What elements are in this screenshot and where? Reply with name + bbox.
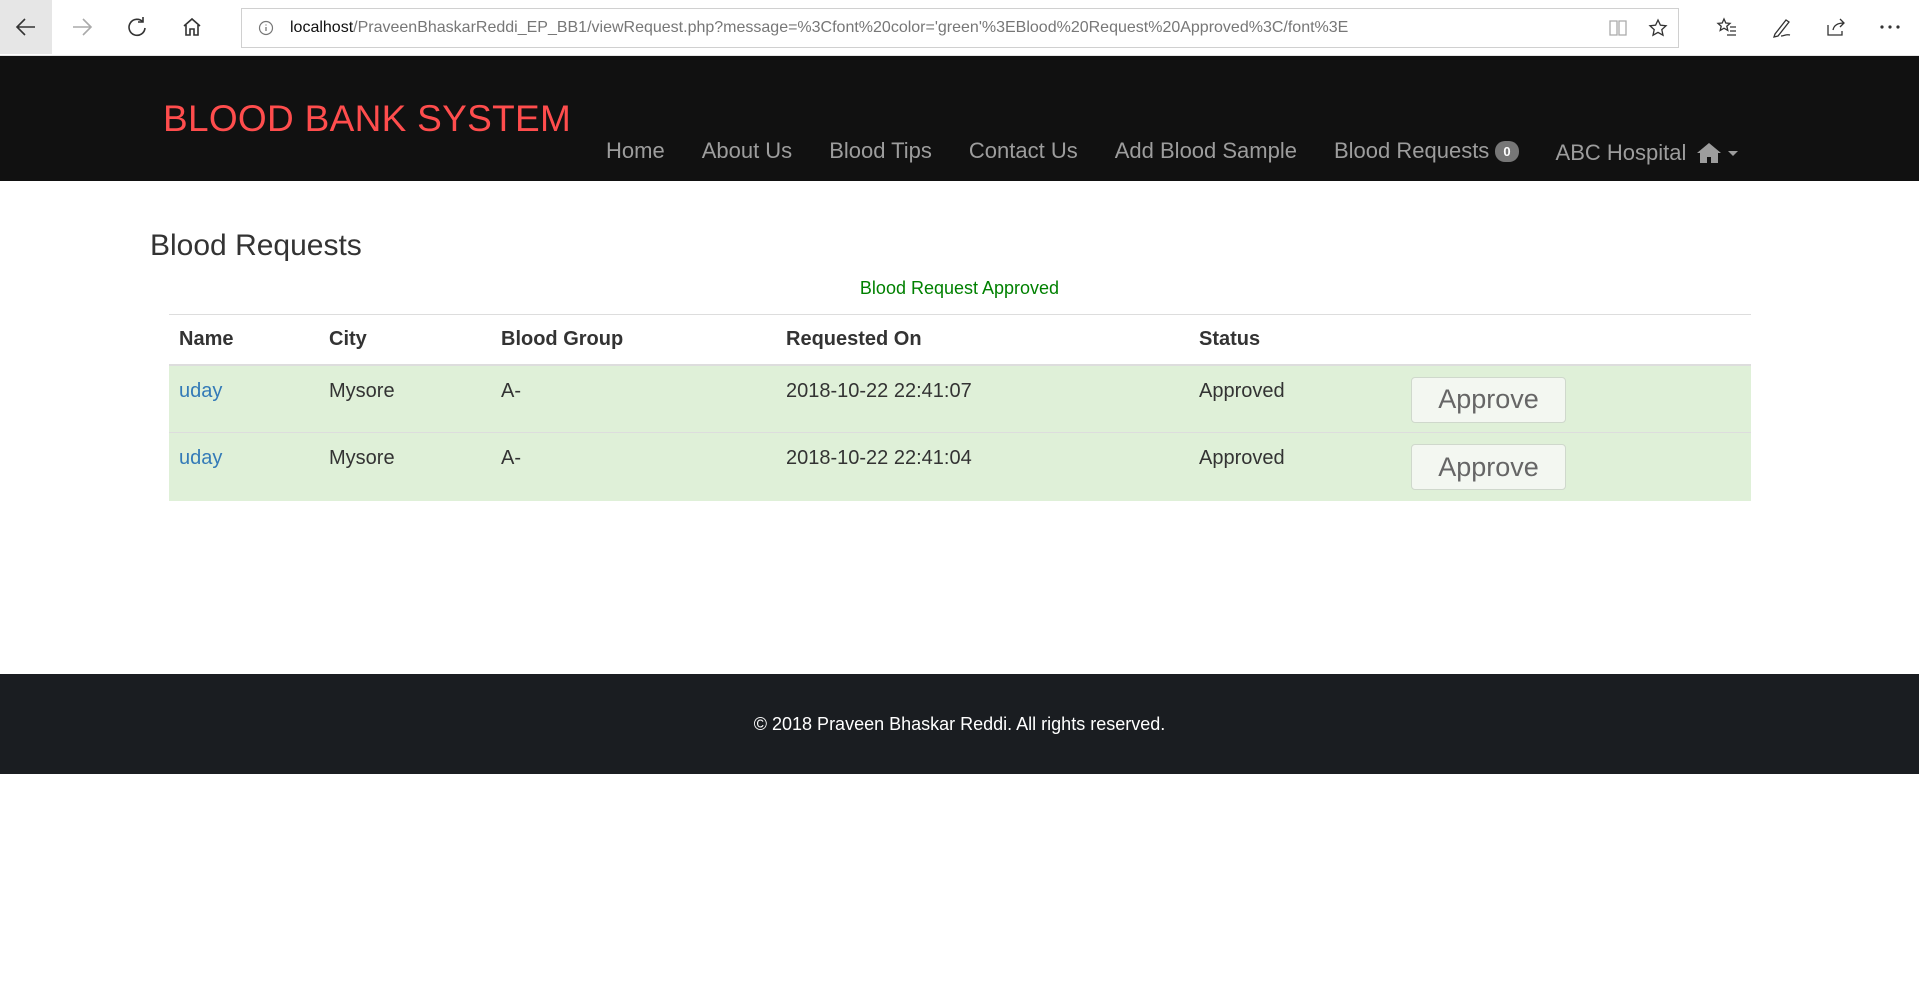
cell-blood-group: A- (491, 432, 776, 501)
brand-logo-text[interactable]: BLOOD BANK SYSTEM (163, 98, 571, 140)
home-icon (1697, 143, 1722, 163)
share-icon[interactable] (1809, 0, 1863, 54)
forward-button[interactable] (56, 0, 108, 54)
info-icon[interactable] (242, 20, 290, 36)
pen-icon[interactable] (1755, 0, 1809, 54)
requester-name-link[interactable]: uday (179, 380, 222, 402)
url-text[interactable]: localhost/PraveenBhaskarReddi_EP_BB1/vie… (290, 19, 1598, 37)
url-path: /PraveenBhaskarReddi_EP_BB1/viewRequest.… (353, 19, 1349, 36)
column-header-action (1401, 314, 1751, 366)
favorite-star-icon[interactable] (1638, 18, 1678, 38)
column-header-requested-on: Requested On (776, 314, 1189, 366)
home-icon (183, 17, 201, 36)
column-header-city: City (319, 314, 491, 366)
column-header-blood-group: Blood Group (491, 314, 776, 366)
requests-count-badge: 0 (1495, 140, 1519, 162)
account-name: ABC Hospital (1555, 140, 1687, 165)
refresh-button[interactable] (111, 0, 163, 54)
table-row: uday Mysore A- 2018-10-22 22:41:04 Appro… (169, 432, 1751, 501)
cell-requested-on: 2018-10-22 22:41:04 (776, 432, 1189, 501)
chevron-down-icon (1728, 150, 1739, 156)
main-nav: Home About Us Blood Tips Contact Us Add … (606, 136, 1739, 166)
address-bar[interactable]: localhost/PraveenBhaskarReddi_EP_BB1/vie… (241, 8, 1679, 48)
nav-about-us[interactable]: About Us (702, 138, 793, 164)
copyright-text: © 2018 Praveen Bhaskar Reddi. All rights… (753, 713, 1166, 734)
favorites-list-icon[interactable] (1700, 0, 1754, 54)
browser-toolbar: localhost/PraveenBhaskarReddi_EP_BB1/vie… (0, 0, 1919, 56)
column-header-name: Name (169, 314, 319, 366)
approve-button[interactable]: Approve (1411, 376, 1566, 423)
back-icon (15, 18, 35, 36)
cell-city: Mysore (319, 364, 491, 433)
url-host: localhost (290, 19, 354, 36)
account-dropdown[interactable]: ABC Hospital (1556, 140, 1739, 166)
nav-blood-requests-label: Blood Requests (1333, 138, 1490, 163)
approve-button[interactable]: Approve (1411, 444, 1566, 490)
cell-action: Approve (1401, 364, 1751, 433)
cell-action: Approve (1401, 432, 1751, 501)
more-icon[interactable] (1863, 0, 1917, 54)
back-button[interactable] (0, 0, 52, 54)
home-button[interactable] (166, 0, 218, 54)
requester-name-link[interactable]: uday (179, 447, 222, 469)
cell-status: Approved (1189, 364, 1401, 433)
site-footer: © 2018 Praveen Bhaskar Reddi. All rights… (0, 674, 1919, 774)
column-header-status: Status (1189, 314, 1401, 366)
table-row: uday Mysore A- 2018-10-22 22:41:07 Appro… (169, 364, 1751, 433)
cell-status: Approved (1189, 432, 1401, 501)
forward-icon (73, 18, 93, 36)
table-header-row: Name City Blood Group Requested On Statu… (169, 314, 1751, 366)
status-message: Blood Request Approved (859, 278, 1060, 298)
site-navbar: BLOOD BANK SYSTEM Home About Us Blood Ti… (0, 56, 1919, 181)
refresh-icon (128, 17, 146, 37)
nav-add-blood-sample[interactable]: Add Blood Sample (1115, 138, 1297, 164)
page-title: Blood Requests (150, 229, 362, 262)
cell-requested-on: 2018-10-22 22:41:07 (776, 364, 1189, 433)
reading-view-icon[interactable] (1598, 19, 1638, 37)
nav-blood-requests[interactable]: Blood Requests 0 (1334, 138, 1519, 164)
nav-home[interactable]: Home (606, 138, 665, 164)
nav-blood-tips[interactable]: Blood Tips (829, 138, 932, 164)
requests-table: Name City Blood Group Requested On Statu… (169, 314, 1751, 501)
cell-blood-group: A- (491, 364, 776, 433)
nav-contact-us[interactable]: Contact Us (969, 138, 1078, 164)
cell-city: Mysore (319, 432, 491, 501)
